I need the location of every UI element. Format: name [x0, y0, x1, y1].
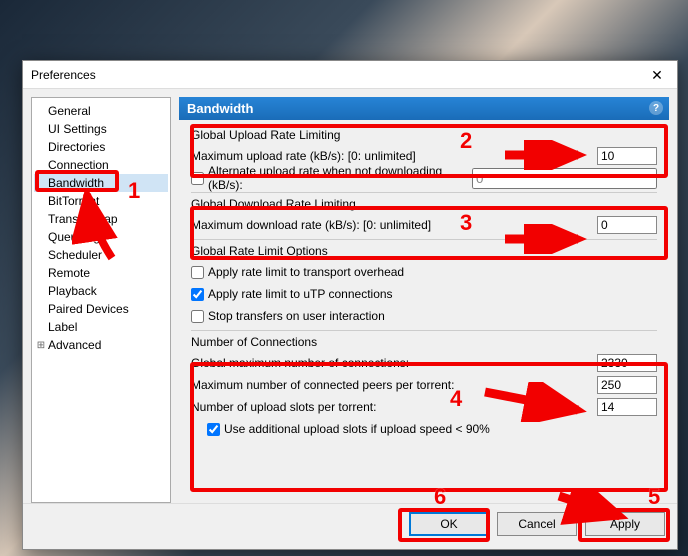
- row-global-conn: Global maximum number of connections:: [191, 353, 657, 373]
- close-button[interactable]: ✕: [637, 61, 677, 89]
- tree-item-remote[interactable]: Remote: [34, 264, 168, 282]
- row-stop: Stop transfers on user interaction: [191, 306, 657, 326]
- tree-item-bandwidth[interactable]: Bandwidth: [34, 174, 168, 192]
- separator: [191, 239, 657, 240]
- section-title: Bandwidth: [187, 101, 253, 116]
- group-connections-title: Number of Connections: [191, 335, 657, 349]
- window-title: Preferences: [31, 68, 96, 82]
- tree-item-bittorrent[interactable]: BitTorrent: [34, 192, 168, 210]
- content-area: Global Upload Rate Limiting Maximum uplo…: [179, 120, 669, 503]
- main-panel: Bandwidth ? Global Upload Rate Limiting …: [179, 97, 669, 503]
- label-utp: Apply rate limit to uTP connections: [208, 287, 393, 301]
- label-overhead: Apply rate limit to transport overhead: [208, 265, 404, 279]
- separator: [191, 192, 657, 193]
- tree-item-advanced[interactable]: ⊞Advanced: [34, 336, 168, 354]
- group-options-title: Global Rate Limit Options: [191, 244, 657, 258]
- tree-item-queueing[interactable]: Queueing: [34, 228, 168, 246]
- row-utp: Apply rate limit to uTP connections: [191, 284, 657, 304]
- row-slots: Number of upload slots per torrent:: [191, 397, 657, 417]
- titlebar: Preferences ✕: [23, 61, 677, 89]
- category-tree[interactable]: General UI Settings Directories Connecti…: [31, 97, 171, 503]
- expand-icon[interactable]: ⊞: [36, 340, 46, 351]
- apply-button[interactable]: Apply: [585, 512, 665, 536]
- input-slots[interactable]: [597, 398, 657, 416]
- ok-button[interactable]: OK: [409, 512, 489, 536]
- cancel-button[interactable]: Cancel: [497, 512, 577, 536]
- dialog-body: General UI Settings Directories Connecti…: [23, 89, 677, 503]
- tree-item-scheduler[interactable]: Scheduler: [34, 246, 168, 264]
- checkbox-alt-upload[interactable]: [191, 172, 204, 185]
- checkbox-extra-slots[interactable]: [207, 423, 220, 436]
- label-alt-upload: Alternate upload rate when not downloadi…: [208, 164, 468, 192]
- tree-item-connection[interactable]: Connection: [34, 156, 168, 174]
- label-global-conn: Global maximum number of connections:: [191, 356, 597, 370]
- label-max-download: Maximum download rate (kB/s): [0: unlimi…: [191, 218, 597, 232]
- section-header: Bandwidth ?: [179, 97, 669, 120]
- tree-item-label[interactable]: Label: [34, 318, 168, 336]
- tree-item-general[interactable]: General: [34, 102, 168, 120]
- input-alt-upload[interactable]: [472, 168, 657, 189]
- row-alt-upload: Alternate upload rate when not downloadi…: [191, 168, 657, 188]
- tree-item-directories[interactable]: Directories: [34, 138, 168, 156]
- help-icon[interactable]: ?: [649, 101, 663, 115]
- input-max-upload[interactable]: [597, 147, 657, 165]
- input-max-download[interactable]: [597, 216, 657, 234]
- checkbox-overhead[interactable]: [191, 266, 204, 279]
- group-upload-title: Global Upload Rate Limiting: [191, 128, 657, 142]
- button-bar: OK Cancel Apply: [23, 503, 677, 543]
- row-overhead: Apply rate limit to transport overhead: [191, 262, 657, 282]
- label-max-upload: Maximum upload rate (kB/s): [0: unlimite…: [191, 149, 597, 163]
- group-download-title: Global Download Rate Limiting: [191, 197, 657, 211]
- label-extra-slots: Use additional upload slots if upload sp…: [224, 422, 490, 436]
- tree-item-paired-devices[interactable]: Paired Devices: [34, 300, 168, 318]
- row-peers: Maximum number of connected peers per to…: [191, 375, 657, 395]
- input-global-conn[interactable]: [597, 354, 657, 372]
- label-peers: Maximum number of connected peers per to…: [191, 378, 597, 392]
- checkbox-utp[interactable]: [191, 288, 204, 301]
- row-extra-slots: Use additional upload slots if upload sp…: [191, 419, 657, 439]
- label-slots: Number of upload slots per torrent:: [191, 400, 597, 414]
- tree-item-transfer-cap[interactable]: Transfer Cap: [34, 210, 168, 228]
- row-max-upload: Maximum upload rate (kB/s): [0: unlimite…: [191, 146, 657, 166]
- tree-item-playback[interactable]: Playback: [34, 282, 168, 300]
- row-max-download: Maximum download rate (kB/s): [0: unlimi…: [191, 215, 657, 235]
- label-stop: Stop transfers on user interaction: [208, 309, 385, 323]
- input-peers[interactable]: [597, 376, 657, 394]
- tree-item-ui-settings[interactable]: UI Settings: [34, 120, 168, 138]
- separator: [191, 330, 657, 331]
- preferences-dialog: Preferences ✕ General UI Settings Direct…: [22, 60, 678, 550]
- checkbox-stop[interactable]: [191, 310, 204, 323]
